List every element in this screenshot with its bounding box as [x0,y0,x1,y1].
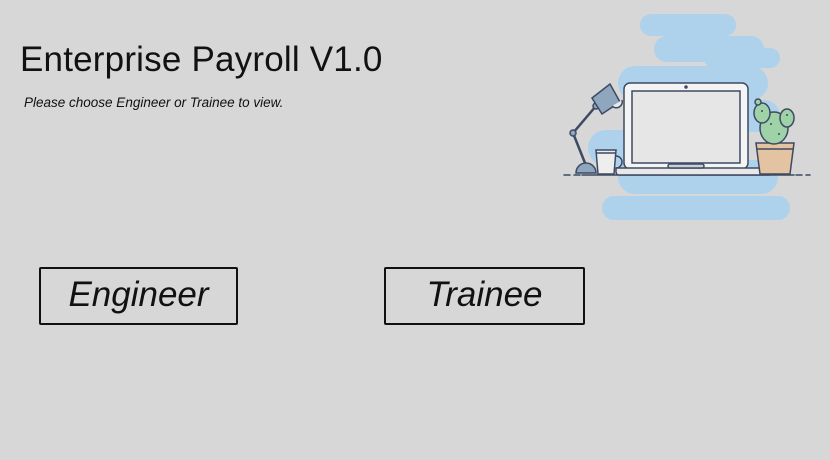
laptop-icon [615,82,773,176]
engineer-button[interactable]: Engineer [39,267,238,325]
trainee-button[interactable]: Trainee [384,267,585,325]
instruction-text: Please choose Engineer or Trainee to vie… [24,95,284,110]
workspace-illustration [563,14,811,220]
app-title: Enterprise Payroll V1.0 [20,40,383,79]
